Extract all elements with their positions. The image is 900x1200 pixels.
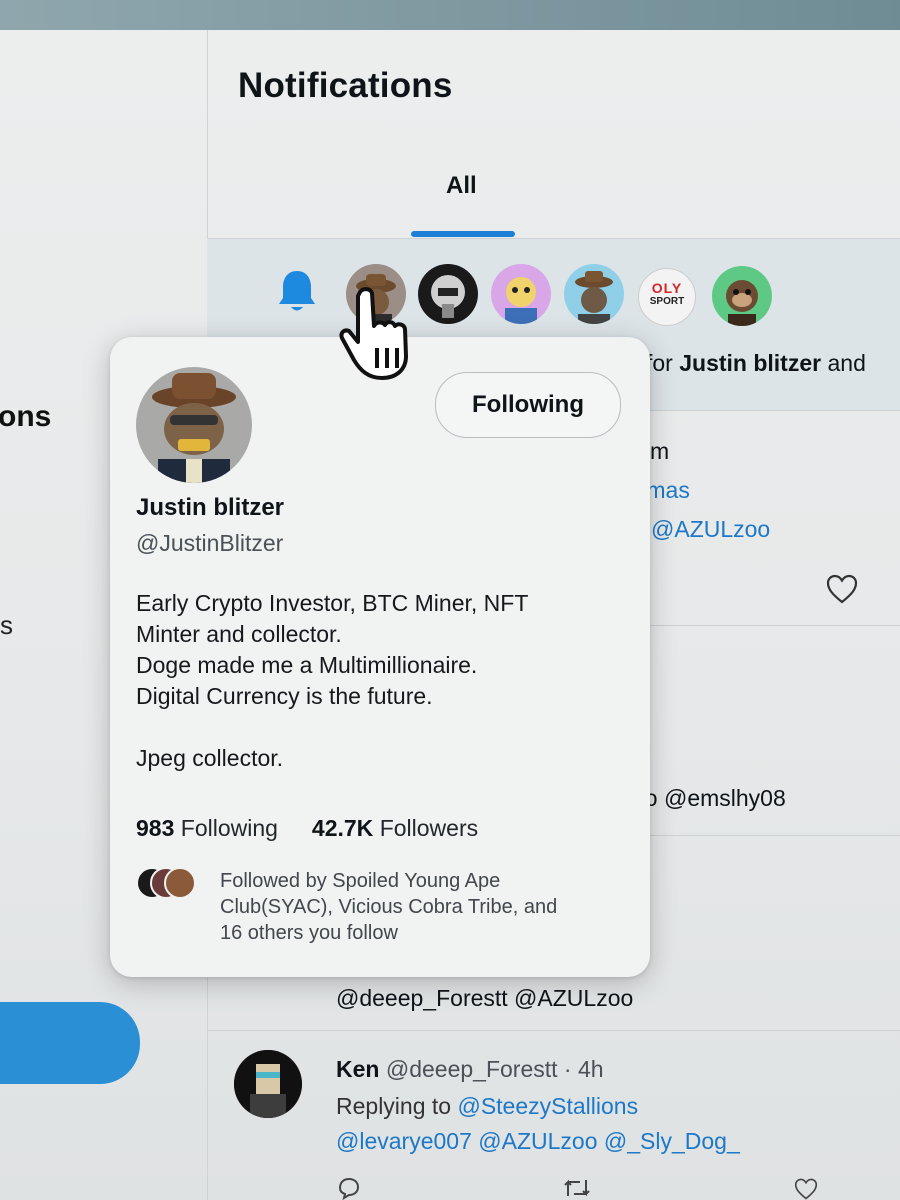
notification-text: for Justin blitzer and bbox=[646, 350, 866, 377]
cartoon-pink-avatar[interactable] bbox=[491, 264, 551, 324]
following-stat[interactable]: 983 Following bbox=[136, 815, 278, 841]
oly-sport-logo[interactable]: OLY SPORT bbox=[638, 268, 696, 326]
replying-to-label: Replying to bbox=[336, 1093, 458, 1119]
sport-logo-text: SPORT bbox=[649, 296, 685, 307]
tweet-text-fragment: oo @emslhy08 bbox=[632, 785, 786, 811]
replying-to: Replying to @SteezyStallions bbox=[336, 1093, 638, 1120]
notification-text-prefix: for bbox=[646, 350, 680, 376]
bio-line: Doge made me a Multimillionaire. bbox=[136, 652, 478, 678]
like-icon[interactable] bbox=[792, 1178, 820, 1200]
tweet-header: Ken @deeep_Forestt · 4h bbox=[336, 1056, 604, 1083]
oly-logo-text: OLY bbox=[651, 280, 683, 296]
reply-icon[interactable] bbox=[336, 1176, 362, 1200]
monkey-avatar[interactable] bbox=[712, 266, 772, 326]
tweet-handle-time[interactable]: @deeep_Forestt · 4h bbox=[386, 1056, 604, 1082]
bio-line bbox=[136, 712, 616, 743]
followed-by-text[interactable]: Followed by Spoiled Young Ape Club(SYAC)… bbox=[220, 868, 610, 946]
feed-divider bbox=[630, 410, 900, 411]
follower-avatar bbox=[164, 867, 196, 899]
bio-line: Jpeg collector. bbox=[136, 745, 284, 771]
profile-bio: Early Crypto Investor, BTC Miner, NFT Mi… bbox=[136, 588, 616, 774]
like-icon[interactable] bbox=[826, 574, 858, 604]
feed-divider bbox=[207, 1030, 900, 1031]
notification-text-suffix: and bbox=[821, 350, 866, 376]
followers-label: Followers bbox=[379, 815, 479, 841]
tweet-author-name[interactable]: Ken bbox=[336, 1056, 379, 1082]
page-title: Notifications bbox=[238, 66, 453, 105]
retweet-icon[interactable] bbox=[562, 1176, 592, 1200]
feed-divider bbox=[630, 835, 900, 836]
profile-handle[interactable]: @JustinBlitzer bbox=[136, 530, 283, 557]
sidebar-item-bookmarks-fragment[interactable]: s bbox=[0, 610, 13, 641]
bio-line: Digital Currency is the future. bbox=[136, 683, 433, 709]
following-count: 983 bbox=[136, 815, 175, 841]
bio-line: Early Crypto Investor, BTC Miner, NFT bbox=[136, 590, 529, 616]
replying-to-user-link[interactable]: @SteezyStallions bbox=[457, 1093, 638, 1119]
tweet-text-fragment: m bbox=[650, 438, 670, 464]
profile-stats: 983 Following 42.7K Followers bbox=[136, 815, 478, 842]
followed-by-line: Club(SYAC), Vicious Cobra Tribe, and bbox=[220, 896, 558, 918]
active-tab-indicator bbox=[411, 231, 515, 237]
tweet-author-avatar[interactable] bbox=[234, 1050, 302, 1118]
tweet-mentions-fragment: @deeep_Forestt @AZULzoo bbox=[336, 985, 634, 1011]
sidebar-item-notifications-fragment[interactable]: ons bbox=[0, 400, 51, 434]
followers-stat[interactable]: 42.7K Followers bbox=[312, 815, 478, 841]
followed-by-line: Followed by Spoiled Young Ape bbox=[220, 870, 501, 892]
ape-cowboy-avatar-2[interactable] bbox=[564, 264, 624, 324]
feed-divider bbox=[630, 625, 900, 626]
following-label: Following bbox=[180, 815, 278, 841]
notification-user-name[interactable]: Justin blitzer bbox=[679, 350, 821, 376]
following-button[interactable]: Following bbox=[435, 372, 621, 438]
followed-by-line: 16 others you follow bbox=[220, 922, 398, 944]
tab-all[interactable]: All bbox=[446, 172, 477, 200]
profile-avatar[interactable] bbox=[136, 367, 252, 483]
profile-name[interactable]: Justin blitzer bbox=[136, 494, 284, 522]
bell-icon bbox=[279, 271, 315, 311]
tweet-button[interactable] bbox=[0, 1002, 140, 1084]
tweet-mention-fragment[interactable]: @AZULzoo bbox=[651, 516, 770, 543]
tweet-mentions[interactable]: @levarye007 @AZULzoo @_Sly_Dog_ bbox=[336, 1128, 740, 1155]
followers-count: 42.7K bbox=[311, 815, 374, 841]
bio-line: Minter and collector. bbox=[136, 621, 342, 647]
hand-cursor-icon bbox=[339, 287, 408, 380]
